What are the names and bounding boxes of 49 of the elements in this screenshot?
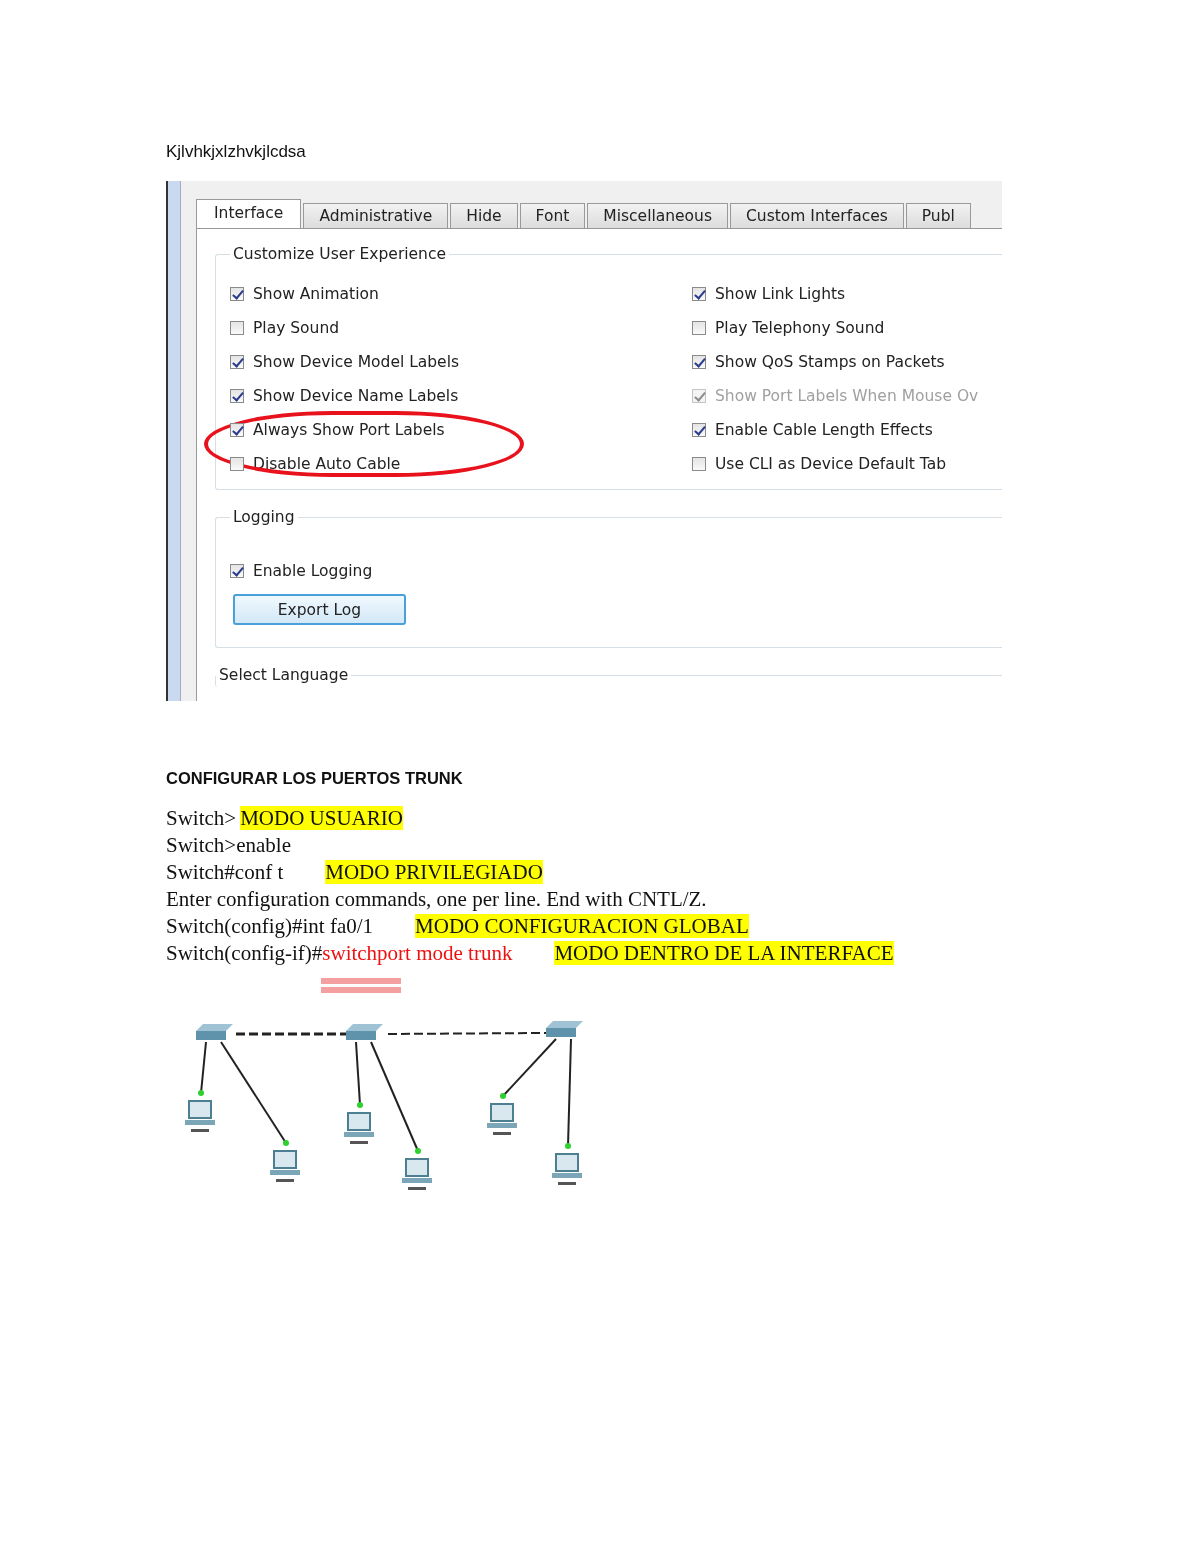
checkbox[interactable] bbox=[230, 457, 244, 471]
option-label: Play Telephony Sound bbox=[715, 319, 885, 337]
tab[interactable]: Miscellaneous bbox=[587, 203, 728, 228]
option-label: Show Port Labels When Mouse Ov bbox=[715, 387, 979, 405]
checkbox[interactable] bbox=[230, 423, 244, 437]
tab[interactable]: Administrative bbox=[303, 203, 449, 228]
checkbox[interactable] bbox=[692, 321, 706, 335]
checkbox[interactable] bbox=[692, 355, 706, 369]
option-label: Use CLI as Device Default Tab bbox=[715, 455, 947, 473]
command-text: Switch>enable bbox=[166, 833, 291, 857]
group-title: Customize User Experience bbox=[232, 245, 447, 263]
option-label: Show Device Model Labels bbox=[253, 353, 460, 371]
checkbox[interactable] bbox=[692, 457, 706, 471]
command-text: Switch> bbox=[166, 806, 237, 830]
option-label: Play Sound bbox=[253, 319, 340, 337]
highlighted-mode-label: MODO DENTRO DE LA INTERFACE bbox=[554, 941, 894, 965]
option-label: Show Device Name Labels bbox=[253, 387, 459, 405]
tab[interactable]: Interface bbox=[196, 199, 302, 228]
checkbox[interactable] bbox=[230, 321, 244, 335]
tab[interactable]: Hide bbox=[450, 203, 518, 228]
checkbox[interactable] bbox=[230, 564, 244, 578]
option-label: Enable Logging bbox=[253, 562, 373, 580]
group-title: Logging bbox=[232, 508, 296, 526]
tab[interactable]: Font bbox=[519, 203, 586, 228]
command-text: Switch(config-if)# bbox=[166, 941, 323, 965]
tab[interactable]: Publ bbox=[905, 203, 971, 228]
export-log-button[interactable]: Export Log bbox=[233, 594, 406, 625]
section-heading: CONFIGURAR LOS PUERTOS TRUNK bbox=[166, 769, 464, 788]
checkbox[interactable] bbox=[230, 355, 244, 369]
option-label: Show Link Lights bbox=[715, 285, 846, 303]
option-label: Disable Auto Cable bbox=[253, 455, 401, 473]
checkbox[interactable] bbox=[230, 389, 244, 403]
option-label: Show QoS Stamps on Packets bbox=[715, 353, 945, 371]
command-text: Enter configuration commands, one per line. End with CNTL/Z. bbox=[166, 887, 707, 911]
checkbox[interactable] bbox=[692, 287, 706, 301]
highlighted-mode-label: MODO CONFIGURACION GLOBAL bbox=[415, 914, 749, 938]
highlighted-mode-label: MODO PRIVILEGIADO bbox=[325, 860, 543, 884]
document-title: Kjlvhkjxlzhvkjlcdsa bbox=[166, 142, 307, 162]
option-label: Always Show Port Labels bbox=[253, 421, 445, 439]
option-label: Enable Cable Length Effects bbox=[715, 421, 933, 439]
option-label: Show Animation bbox=[253, 285, 379, 303]
tab[interactable]: Custom Interfaces bbox=[730, 203, 904, 228]
command-text: Switch(config)#int fa0/1 bbox=[166, 914, 374, 938]
group-title: Select Language bbox=[218, 666, 350, 684]
command-text: Switch#conf t bbox=[166, 860, 284, 884]
command-text: switchport mode trunk bbox=[322, 941, 513, 965]
checkbox[interactable] bbox=[230, 287, 244, 301]
highlighted-mode-label: MODO USUARIO bbox=[240, 806, 403, 830]
checkbox[interactable] bbox=[692, 423, 706, 437]
